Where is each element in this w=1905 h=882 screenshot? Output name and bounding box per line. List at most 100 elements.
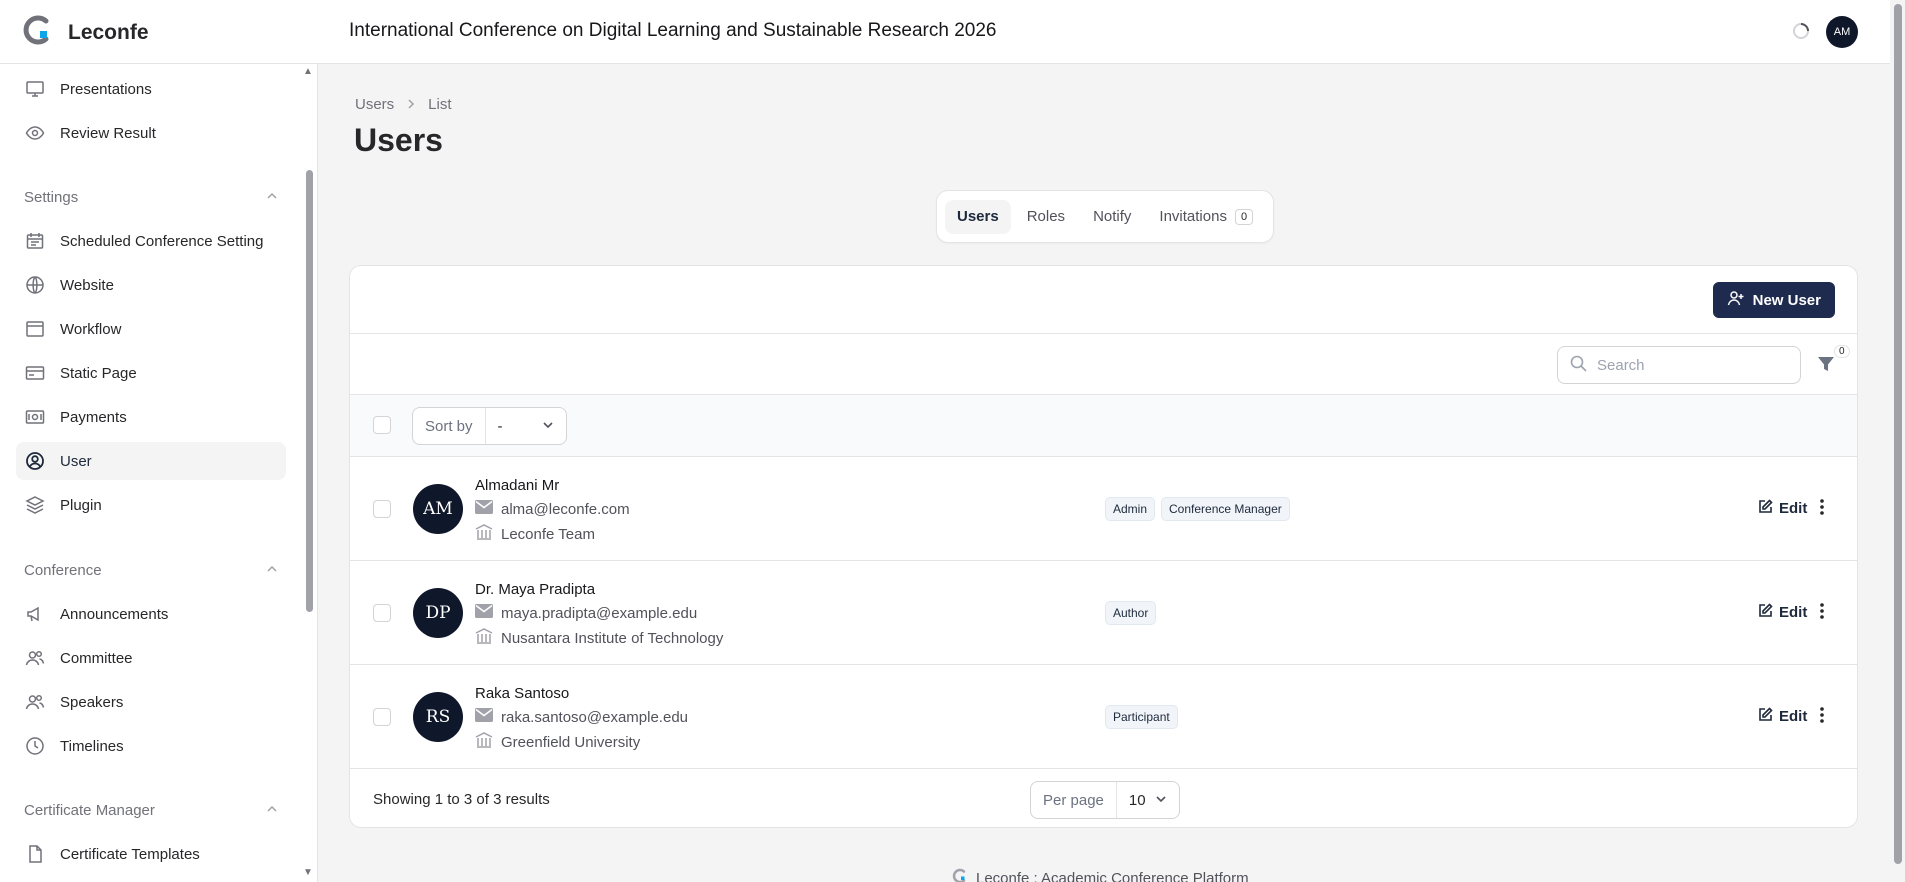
sidebar-item-workflow[interactable]: Workflow (16, 310, 286, 348)
sidebar-item-label: Speakers (60, 693, 124, 711)
table-toolbar: Search 0 (350, 334, 1857, 395)
scroll-down-arrow-icon[interactable]: ▼ (303, 867, 313, 878)
tab-bar: Users Roles Notify Invitations 0 (936, 190, 1275, 243)
sidebar-item-label: Payments (60, 408, 127, 426)
sidebar-item-committee[interactable]: Committee (16, 639, 286, 677)
mail-icon (475, 500, 493, 518)
chevron-down-icon (1155, 792, 1167, 809)
footer-text: Leconfe : Academic Conference Platform (976, 869, 1249, 882)
edit-button[interactable]: Edit (1758, 603, 1807, 622)
sidebar-item-label: Website (60, 276, 114, 294)
sidebar-item-label: Committee (60, 649, 133, 667)
user-roles: Admin Conference Manager (1105, 497, 1290, 521)
table-row[interactable]: DP Dr. Maya Pradipta maya.pradipta@examp… (350, 561, 1857, 665)
role-badge: Author (1105, 601, 1157, 625)
results-summary: Showing 1 to 3 of 3 results (373, 791, 550, 808)
avatar: AM (413, 484, 463, 534)
user-email: raka.santoso@example.edu (501, 708, 689, 726)
user-affiliation: Nusantara Institute of Technology (501, 629, 724, 647)
sort-label: Sort by (413, 408, 486, 444)
tab-invitations[interactable]: Invitations 0 (1147, 200, 1265, 234)
top-bar: Leconfe International Conference on Digi… (0, 0, 1890, 64)
sidebar-item-timelines[interactable]: Timelines (16, 727, 286, 765)
breadcrumb-users-link[interactable]: Users (355, 96, 394, 113)
row-checkbox[interactable] (373, 604, 391, 622)
users-table-panel: New User Search 0 Sort by - AM Almadani … (349, 265, 1858, 828)
table-row[interactable]: AM Almadani Mr alma@leconfe.com Leconfe … (350, 457, 1857, 561)
sidebar-item-label: Presentations (60, 80, 152, 98)
new-user-button[interactable]: New User (1712, 282, 1835, 318)
edit-button[interactable]: Edit (1758, 499, 1807, 518)
user-roles: Author (1105, 601, 1157, 625)
sidebar-item-label: Review Result (60, 124, 156, 142)
banknote-icon (24, 406, 46, 428)
page-scrollbar-thumb[interactable] (1894, 4, 1902, 864)
page-title: Users (354, 122, 443, 158)
select-all-checkbox[interactable] (373, 416, 391, 434)
sidebar-group-settings[interactable]: Settings (24, 189, 278, 206)
search-icon (1570, 355, 1587, 376)
sort-bar: Sort by - (350, 395, 1857, 457)
sidebar-item-payments[interactable]: Payments (16, 398, 286, 436)
sidebar-item-website[interactable]: Website (16, 266, 286, 304)
filter-count-badge: 0 (1834, 345, 1850, 358)
tab-roles[interactable]: Roles (1015, 200, 1077, 234)
user-avatar[interactable]: AM (1826, 16, 1858, 48)
user-name: Almadani Mr (475, 477, 560, 494)
calendar-icon (24, 230, 46, 252)
sidebar-item-announcements[interactable]: Announcements (16, 595, 286, 633)
edit-icon (1758, 707, 1773, 726)
sidebar-item-scheduled-conference-setting[interactable]: Scheduled Conference Setting (16, 222, 286, 260)
sidebar-item-review-result[interactable]: Review Result (16, 114, 286, 152)
building-icon (475, 732, 493, 752)
per-page-select[interactable]: Per page 10 (1030, 781, 1180, 819)
user-name: Dr. Maya Pradipta (475, 581, 596, 598)
more-options-icon[interactable] (1819, 498, 1825, 521)
sidebar-group-certificate-manager[interactable]: Certificate Manager (24, 802, 278, 819)
globe-icon (24, 274, 46, 296)
tab-users[interactable]: Users (945, 199, 1011, 234)
tab-notify[interactable]: Notify (1081, 200, 1143, 234)
edit-button[interactable]: Edit (1758, 707, 1807, 726)
sidebar-item-plugin[interactable]: Plugin (16, 486, 286, 524)
leconfe-logo-icon (952, 868, 968, 882)
chevron-down-icon (542, 418, 554, 435)
edit-icon (1758, 499, 1773, 518)
scroll-up-arrow-icon[interactable]: ▲ (303, 66, 313, 77)
mail-icon (475, 604, 493, 622)
more-options-icon[interactable] (1819, 602, 1825, 625)
sidebar-item-presentations[interactable]: Presentations (16, 70, 286, 108)
brand[interactable]: Leconfe (22, 14, 149, 51)
page-footer: Leconfe : Academic Conference Platform (952, 868, 1249, 882)
per-page-value: 10 (1128, 791, 1146, 809)
user-email: alma@leconfe.com (501, 500, 630, 518)
search-input[interactable]: Search (1557, 346, 1801, 384)
sidebar-scrollbar-thumb[interactable] (306, 170, 313, 612)
avatar: RS (413, 692, 463, 742)
megaphone-icon (24, 603, 46, 625)
filter-icon[interactable] (1816, 354, 1836, 379)
sidebar-item-label: Scheduled Conference Setting (60, 232, 264, 250)
conference-title: International Conference on Digital Lear… (349, 20, 997, 41)
sidebar: Presentations Review Result Settings Sch… (0, 64, 318, 882)
user-email: maya.pradipta@example.edu (501, 604, 698, 622)
sidebar-item-label: Certificate Templates (60, 845, 200, 863)
document-icon (24, 843, 46, 865)
mail-icon (475, 708, 493, 726)
layers-icon (24, 494, 46, 516)
user-name: Raka Santoso (475, 685, 570, 702)
sidebar-group-conference[interactable]: Conference (24, 562, 278, 579)
row-checkbox[interactable] (373, 708, 391, 726)
brand-name: Leconfe (68, 20, 149, 44)
more-options-icon[interactable] (1819, 706, 1825, 729)
per-page-label: Per page (1031, 782, 1117, 818)
sidebar-item-certificate-templates[interactable]: Certificate Templates (16, 835, 286, 873)
sidebar-item-static-page[interactable]: Static Page (16, 354, 286, 392)
sort-select[interactable]: Sort by - (412, 407, 567, 445)
sidebar-item-user[interactable]: User (16, 442, 286, 480)
sidebar-item-speakers[interactable]: Speakers (16, 683, 286, 721)
table-row[interactable]: RS Raka Santoso raka.santoso@example.edu… (350, 665, 1857, 769)
user-affiliation: Leconfe Team (501, 525, 595, 543)
row-checkbox[interactable] (373, 500, 391, 518)
breadcrumb-current: List (428, 96, 452, 113)
